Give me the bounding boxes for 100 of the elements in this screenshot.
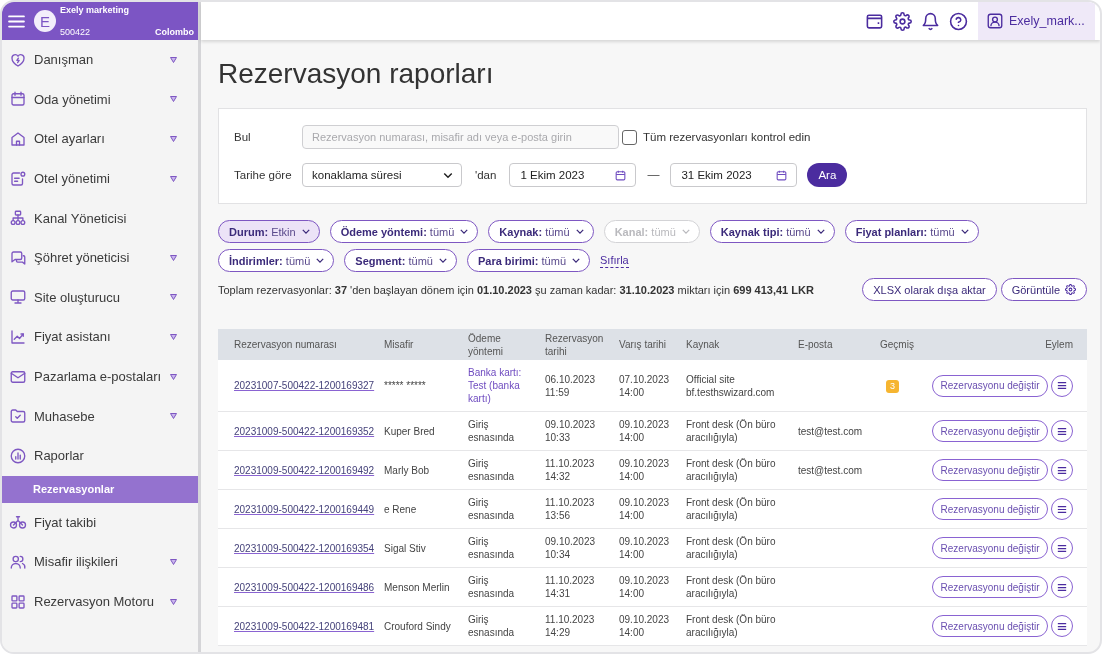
table-cell: Front desk (Ön büro aracılığıyla) [680, 450, 792, 490]
more-button[interactable] [1051, 498, 1073, 520]
table-cell: 07.10.2023 14:00 [613, 360, 680, 412]
table-cell: 09.10.2023 10:34 [539, 528, 613, 568]
hotel-name: Exely marketing [60, 5, 130, 15]
table-cell: Giriş esnasında [462, 489, 539, 529]
table-cell: 11.10.2023 14:32 [539, 450, 613, 490]
filter-chip[interactable]: Ödeme yöntemi: tümü [329, 220, 479, 243]
sidebar-item[interactable]: Otel ayarları [2, 119, 198, 159]
sidebar-item[interactable]: Otel yönetimi [2, 158, 198, 199]
edit-button[interactable]: Rezervasyonu değiştir [932, 615, 1048, 637]
sidebar-subitem[interactable]: Rezervasyonlar [2, 475, 198, 503]
user-menu[interactable]: Exely_mark... [978, 2, 1095, 40]
sidebar-item[interactable]: Fiyat asistanı [2, 317, 198, 357]
house-icon [9, 130, 27, 148]
more-button[interactable] [1051, 420, 1073, 442]
wallet-icon[interactable] [865, 11, 884, 31]
edit-button[interactable]: Rezervasyonu değiştir [932, 420, 1048, 442]
sidebar-item[interactable]: Site oluşturucu [2, 277, 198, 318]
booking-link[interactable]: 20231007-500422-1200169327 [234, 380, 375, 391]
filter-chip[interactable]: İndirimler: tümü [218, 249, 335, 272]
export-button[interactable]: XLSX olarak dışa aktar [862, 278, 997, 301]
booking-link[interactable]: 20231009-500422-1200169486 [234, 581, 375, 593]
search-field[interactable]: Rezervasyon numarası, misafir adı veya e-posta girin [302, 125, 619, 149]
menu-icon [1057, 465, 1067, 475]
menu-icon [1057, 504, 1067, 514]
summary-text: Toplam rezervasyonlar: 37 'den başlayan dönem için 01.10.2023 şu zaman kadar: 31.10.2023 miktarı için 699 413,41 LKR [218, 283, 815, 296]
menu-icon[interactable] [8, 14, 25, 28]
edit-button[interactable]: Rezervasyonu değiştir [932, 374, 1048, 397]
table-cell: 09.10.2023 14:00 [613, 489, 680, 529]
column-header: Varış tarihi [613, 329, 680, 360]
edit-button[interactable]: Rezervasyonu değiştir [932, 459, 1048, 481]
table-cell: test@test.com [792, 411, 872, 451]
sidebar-item[interactable]: Şöhret yöneticisi [2, 237, 198, 278]
column-header: Rezervasyon numarası [218, 329, 378, 360]
table-cell: Menson Merlin [378, 567, 462, 607]
edit-button[interactable]: Rezervasyonu değiştir [932, 576, 1048, 598]
chevron-down-icon [816, 229, 825, 234]
payment-link[interactable]: Banka kartı: Test (banka kartı) [462, 360, 539, 412]
table-cell: e Rene [378, 489, 462, 529]
table-cell: ***** ***** [378, 360, 462, 412]
folder-check-icon [9, 407, 27, 426]
chevron-down-icon [443, 171, 453, 179]
checkbox-label[interactable]: Tüm rezervasyonları kontrol edin [643, 131, 811, 143]
checkbox[interactable] [622, 129, 637, 145]
search-button[interactable]: Ara [807, 163, 848, 187]
field-label: Bul [234, 131, 252, 143]
avatar: E [34, 10, 56, 32]
more-button[interactable] [1051, 537, 1073, 559]
menu-icon [1057, 621, 1067, 631]
table-cell: 11.10.2023 14:31 [539, 567, 613, 607]
sidebar-item[interactable]: Fiyat takibi [2, 502, 198, 543]
booking-link[interactable]: 20231009-500422-1200169449 [234, 503, 375, 515]
filter-chip[interactable]: Para birimi: tümü [466, 249, 590, 272]
table-cell: Giriş esnasında [462, 411, 539, 451]
booking-link[interactable]: 20231009-500422-1200169352 [234, 425, 375, 437]
table-cell: Giriş esnasında [462, 567, 539, 607]
booking-link[interactable]: 20231009-500422-1200169354 [234, 542, 375, 554]
menu-icon [1057, 582, 1067, 592]
table-cell: Official site bf.testhswizard.com [680, 360, 792, 412]
settings-icon[interactable] [893, 11, 912, 31]
table-cell: 11.10.2023 14:29 [539, 606, 613, 646]
more-button[interactable] [1051, 615, 1073, 637]
filter-chip[interactable]: Durum: Etkin [218, 220, 320, 243]
filter-chip[interactable]: Kaynak tipi: tümü [709, 220, 835, 243]
filter-chip[interactable]: Segment: tümü [344, 249, 457, 272]
booking-link[interactable]: 20231009-500422-1200169481 [234, 620, 375, 632]
table-cell: 09.10.2023 14:00 [613, 411, 680, 451]
sidebar-item[interactable]: Muhasebe [2, 396, 198, 436]
bell-icon[interactable] [921, 11, 940, 31]
more-button[interactable] [1051, 576, 1073, 598]
column-header: Misafir [378, 329, 462, 360]
filter-chip[interactable]: Fiyat planları: tümü [844, 220, 979, 243]
sidebar-item[interactable]: Oda yönetimi [2, 79, 198, 120]
sidebar-item[interactable]: Pazarlama e-postaları [2, 356, 198, 397]
hierarchy-icon [9, 209, 27, 228]
calendar-icon [775, 168, 789, 182]
reset-link[interactable]: Sıfırla [600, 253, 629, 268]
edit-button[interactable]: Rezervasyonu değiştir [932, 537, 1048, 559]
more-button[interactable] [1051, 459, 1073, 481]
edit-button[interactable]: Rezervasyonu değiştir [932, 498, 1048, 520]
view-button[interactable]: Görüntüle [1000, 278, 1087, 301]
date-type-dropdown[interactable]: konaklama süresi [302, 163, 462, 187]
sidebar-item[interactable]: Danışman [2, 40, 198, 80]
more-button[interactable] [1051, 374, 1073, 397]
sidebar-item[interactable]: Kanal Yöneticisi [2, 198, 198, 238]
date-field[interactable]: 31 Ekim 2023 [670, 163, 798, 187]
table-cell: Front desk (Ön büro aracılığıyla) [680, 528, 792, 568]
from-label: 'dan [475, 169, 497, 181]
date-field[interactable]: 1 Ekim 2023 [509, 163, 637, 187]
grid-icon [9, 592, 27, 611]
chat-icon [9, 248, 27, 267]
filter-chip[interactable]: Kaynak: tümü [488, 220, 594, 243]
sidebar-item[interactable]: Raporlar [2, 435, 198, 476]
booking-link[interactable]: 20231009-500422-1200169492 [234, 464, 375, 476]
sidebar-item[interactable]: Rezervasyon Motoru [2, 581, 198, 622]
chart-icon [9, 327, 27, 346]
calendar-icon [614, 168, 628, 182]
help-icon[interactable] [949, 11, 968, 31]
sidebar-item[interactable]: Misafir ilişkileri [2, 542, 198, 582]
